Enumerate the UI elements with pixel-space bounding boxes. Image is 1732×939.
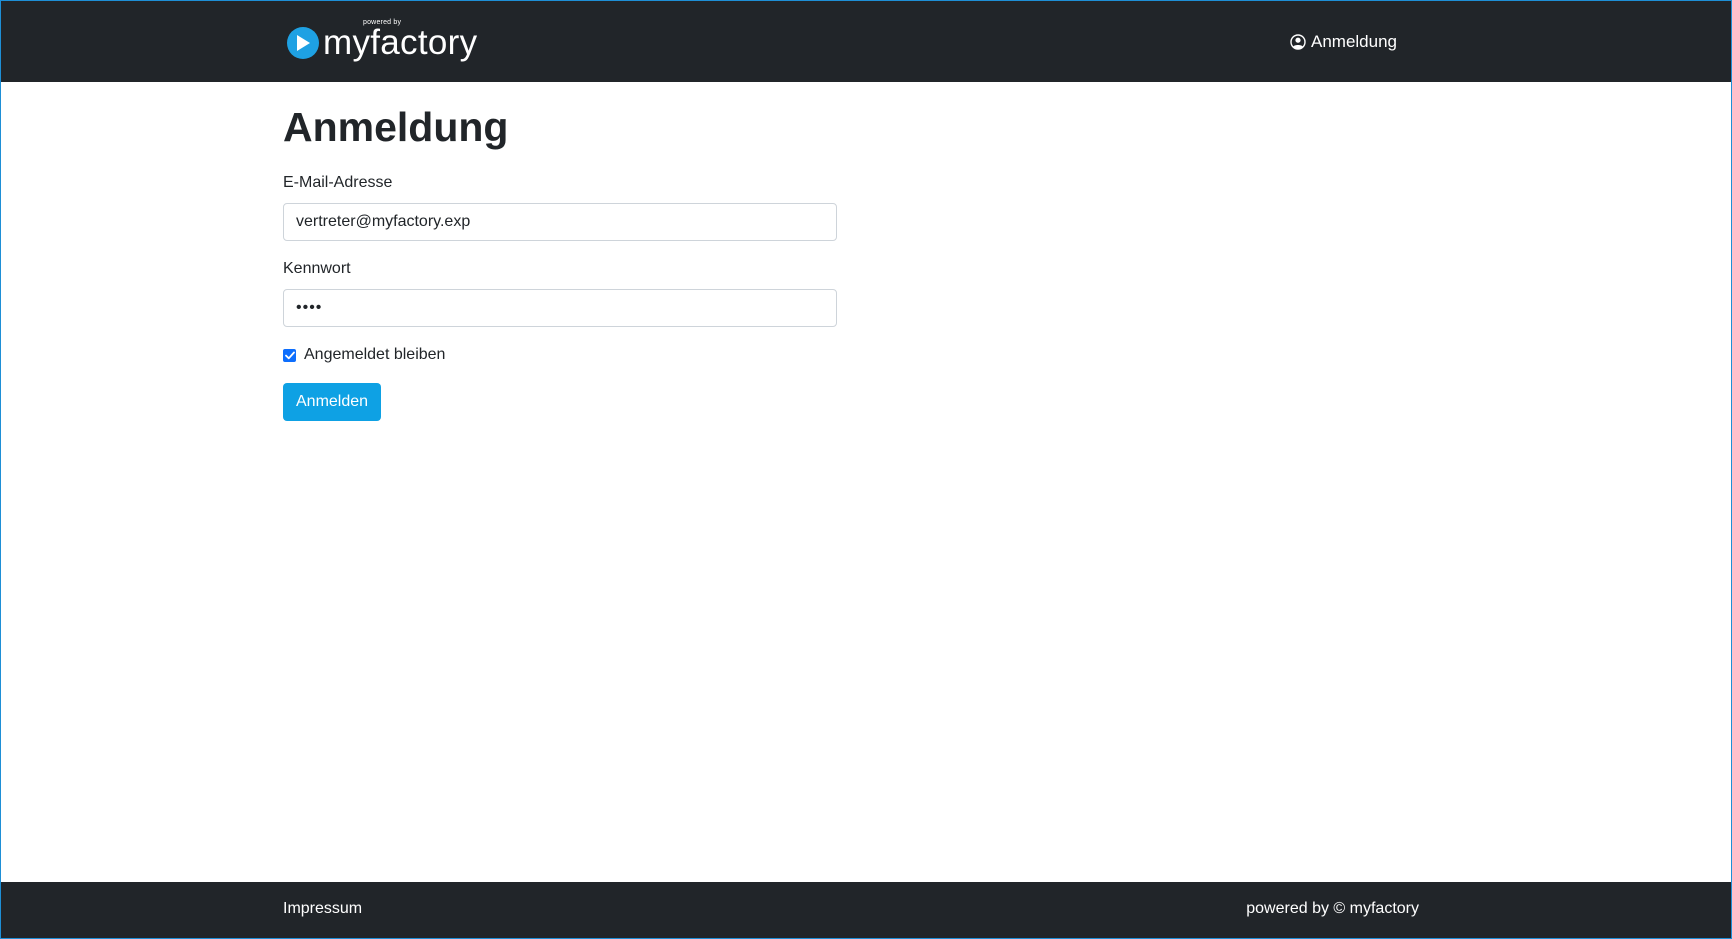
footer-credit: powered by © myfactory <box>1246 900 1419 917</box>
page-title: Anmeldung <box>283 104 509 150</box>
nav-login-label: Anmeldung <box>1311 32 1398 51</box>
password-field[interactable] <box>283 289 837 327</box>
top-navbar: powered by myfactory Anmeldung <box>0 0 1732 82</box>
password-label: Kennwort <box>283 260 351 277</box>
window-frame <box>0 0 1732 939</box>
impressum-link[interactable]: Impressum <box>283 900 362 918</box>
email-label: E-Mail-Adresse <box>283 174 393 191</box>
remember-me-checkbox[interactable] <box>283 348 296 362</box>
nav-login-link[interactable]: Anmeldung <box>1290 28 1397 56</box>
remember-me-row: Angemeldet bleiben <box>283 344 445 366</box>
brand-wordmark: powered by myfactory <box>323 19 478 65</box>
email-field[interactable] <box>283 203 837 241</box>
login-button[interactable]: Anmelden <box>283 383 382 421</box>
brand-name: myfactory <box>323 23 478 62</box>
remember-me-label[interactable]: Angemeldet bleiben <box>304 346 445 364</box>
play-icon <box>287 27 319 59</box>
footer: Impressum powered by © myfactory <box>0 882 1732 939</box>
brand-tagline: powered by <box>363 19 402 26</box>
user-circle-icon <box>1290 34 1306 50</box>
brand-logo[interactable]: powered by myfactory <box>287 19 478 65</box>
